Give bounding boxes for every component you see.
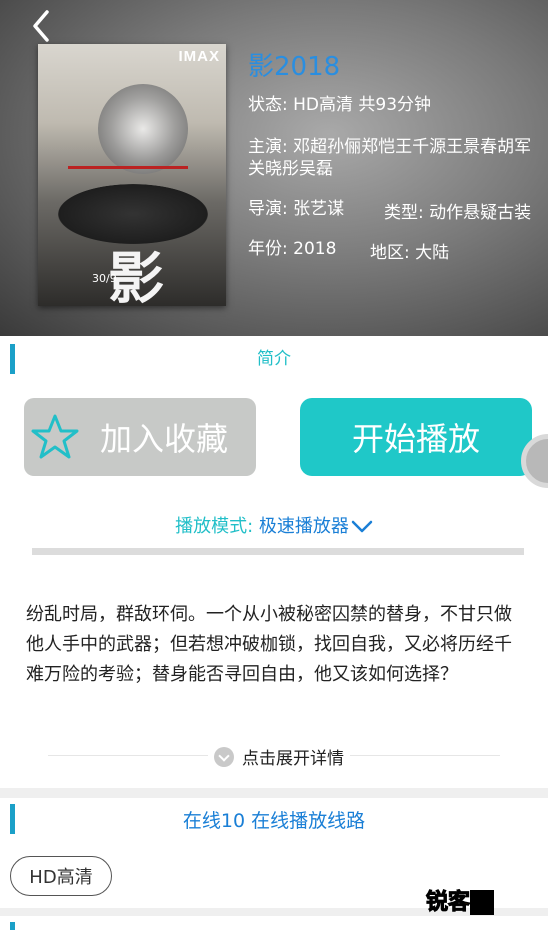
movie-genre: 类型: 动作悬疑古装 <box>384 203 532 223</box>
movie-title: 影2018 <box>248 52 341 82</box>
expand-details-button[interactable]: 点击展开详情 <box>208 744 350 769</box>
section-accent-bar <box>10 922 15 930</box>
expand-details-label: 点击展开详情 <box>242 749 344 769</box>
divider <box>32 548 524 555</box>
movie-year: 年份: 2018 <box>248 239 337 259</box>
add-favorite-label: 加入收藏 <box>100 420 229 458</box>
next-section <box>0 916 548 930</box>
play-line-title: 在线10 在线播放线路 <box>182 810 366 832</box>
movie-status: 状态: HD高清 共93分钟 <box>248 95 432 115</box>
play-mode-value: 极速播放器 <box>258 516 349 537</box>
poster-art <box>68 166 188 169</box>
synopsis-text: 纷乱时局，群敌环伺。一个从小被秘密囚禁的替身，不甘只做他人手中的武器；但若想冲破… <box>26 604 512 685</box>
add-favorite-button[interactable]: 加入收藏 <box>24 398 256 476</box>
episode-chip[interactable]: HD高清 <box>10 856 112 896</box>
expand-down-icon <box>214 746 234 767</box>
chevron-down-icon <box>351 520 373 533</box>
play-mode-selector[interactable]: 播放模式: 极速播放器 <box>0 512 548 538</box>
movie-director: 导演: 张艺谋 <box>248 199 345 219</box>
play-mode-label: 播放模式: <box>175 516 259 537</box>
poster-title-glyph: 影 <box>108 246 164 306</box>
start-play-button[interactable]: 开始播放 <box>300 398 532 476</box>
site-watermark: 锐客网 <box>425 884 495 916</box>
watermark-text: 锐客 <box>425 890 471 916</box>
poster-date: 30/9 <box>92 272 117 285</box>
back-arrow-icon[interactable] <box>22 6 62 46</box>
movie-cast: 主演: 邓超孙俪郑恺王千源王景春胡军关晓彤吴磊 <box>248 137 532 179</box>
poster-art <box>98 84 188 174</box>
movie-header: IMAX 影 30/9 影2018 状态: HD高清 共93分钟 主演: 邓超孙… <box>0 0 548 336</box>
star-outline-icon <box>31 414 79 459</box>
poster-imax-logo: IMAX <box>178 48 220 65</box>
watermark-text: 网 <box>470 890 495 916</box>
tab-intro[interactable]: 简介 <box>0 344 548 369</box>
movie-region: 地区: 大陆 <box>370 243 450 263</box>
movie-poster: IMAX 影 30/9 <box>38 44 226 306</box>
